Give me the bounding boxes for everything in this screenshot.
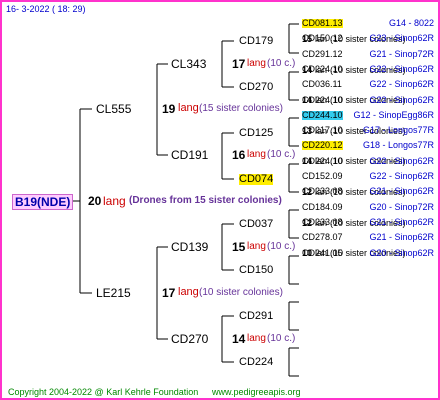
gen4-code: CD224.10 [302, 95, 343, 105]
gen4-code: CD244.10 [302, 110, 343, 120]
gen4-code: CD224.10 [302, 156, 343, 166]
gen4-location: G14 - 8022 [388, 18, 434, 28]
copyright: Copyright 2004-2022 @ Karl Kehrle Founda… [8, 387, 199, 397]
gen3-node: CD179 [239, 35, 274, 47]
gen1-node: CL555 [96, 102, 132, 116]
gen4-code: CD278.07 [302, 232, 343, 242]
gen2-node: CD139 [171, 240, 209, 254]
gen4-code: CD081.13 [302, 18, 343, 28]
gen4-location: G22 - Sinop62R [369, 171, 434, 181]
gen2-note: (10 c.) [267, 333, 296, 344]
gen4-location: G23 - Sinop62R [369, 33, 434, 43]
gen4-location: G22 - Sinop62R [369, 64, 434, 74]
gen4-location: G22 - Sinop62R [369, 95, 434, 105]
gen1-node: LE215 [96, 286, 131, 300]
root-queen: B19(NDE) [12, 194, 74, 210]
gen4-code: CD150.12 [302, 33, 343, 43]
gen4-code: CD241.05 [302, 248, 343, 258]
gen2-node: CD270 [171, 332, 209, 346]
gen3-node: CD224 [239, 356, 274, 368]
gen1-lang: lang [178, 102, 199, 114]
gen4-code: CD184.09 [302, 202, 343, 212]
gen1-count: 17 [162, 286, 176, 300]
gen4-location: G18 - Longos77R [362, 140, 434, 150]
gen2-lang: lang [247, 333, 266, 344]
root-count: 20 [88, 194, 102, 208]
gen4-code: CD217.10 [302, 125, 343, 135]
gen4-location: G21 - Sinop62R [369, 217, 434, 227]
gen4-location: G20 - Sinop72R [369, 202, 434, 212]
gen2-node: CD191 [171, 148, 209, 162]
gen4-location: G21 - Sinop72R [369, 49, 434, 59]
gen3-node: CD270 [239, 81, 274, 93]
gen4-code: CD224.10 [302, 64, 343, 74]
gen4-location: G21 - Sinop62R [369, 186, 434, 196]
pedigree-frame: 16- 3-2022 ( 18: 29) B19(NDE) 20 lang (D… [0, 0, 440, 400]
gen4-code: CD233.08 [302, 186, 343, 196]
gen2-note: (10 c.) [267, 241, 296, 252]
gen1-count: 19 [162, 102, 176, 116]
gen2-count: 16 [232, 148, 246, 162]
gen4-location: G12 - SinopEgg86R [353, 110, 434, 120]
gen4-code: CD152.09 [302, 171, 343, 181]
gen4-location: G22 - Sinop62R [369, 79, 434, 89]
gen2-lang: lang [247, 149, 266, 160]
gen4-location: G22 - Sinop62R [369, 156, 434, 166]
root-note: (Drones from 15 sister colonies) [129, 195, 282, 206]
gen4-location: G20 - Sinop62R [369, 248, 434, 258]
gen1-note: (10 sister colonies) [199, 287, 283, 298]
gen4-code: CD291.12 [302, 49, 343, 59]
gen4-location: G21 - Sinop62R [369, 232, 434, 242]
gen4-code: CD233.08 [302, 217, 343, 227]
gen3-node: CD150 [239, 264, 274, 276]
gen2-count: 15 [232, 240, 246, 254]
gen2-lang: lang [247, 58, 266, 69]
gen2-note: (10 c.) [267, 58, 296, 69]
gen2-count: 14 [232, 332, 246, 346]
gen3-node: CD125 [239, 127, 274, 139]
gen2-note: (10 c.) [267, 149, 296, 160]
website-link[interactable]: www.pedigreeapis.org [212, 388, 301, 397]
gen2-count: 17 [232, 57, 246, 71]
root-lang: lang [103, 194, 126, 208]
gen3-node: CD291 [239, 310, 274, 322]
gen2-lang: lang [247, 241, 266, 252]
gen3-node: CD037 [239, 218, 274, 230]
gen1-lang: lang [178, 286, 199, 298]
gen4-location: G17 - Longos77R [362, 125, 434, 135]
gen3-node: CD074 [239, 173, 274, 185]
gen2-node: CL343 [171, 57, 207, 71]
gen1-note: (15 sister colonies) [199, 103, 283, 114]
gen4-code: CD036.11 [302, 79, 342, 89]
gen4-code: CD220.12 [302, 140, 343, 150]
